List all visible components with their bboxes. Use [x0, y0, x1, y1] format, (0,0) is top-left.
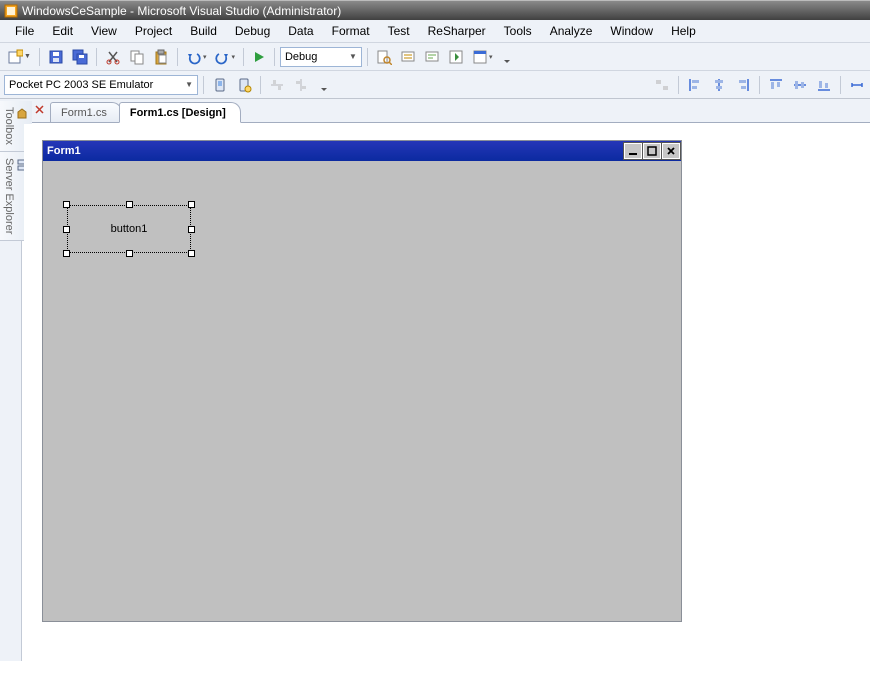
chevron-down-icon: ▼ — [349, 52, 357, 61]
solution-explorer-button[interactable] — [445, 46, 467, 68]
maximize-button[interactable] — [643, 143, 661, 159]
config-combo[interactable]: Debug ▼ — [280, 47, 362, 67]
form-client-area[interactable]: button1 — [43, 161, 681, 621]
app-icon — [4, 4, 18, 18]
selected-control[interactable]: button1 — [63, 201, 195, 257]
save-all-button[interactable] — [69, 46, 91, 68]
window-title: WindowsCeSample - Microsoft Visual Studi… — [22, 4, 341, 18]
toolbox-icon — [15, 107, 29, 121]
menubar: File Edit View Project Build Debug Data … — [0, 20, 870, 43]
find-in-files-button[interactable] — [373, 46, 395, 68]
form-titlebar: Form1 — [43, 141, 681, 161]
designer-form[interactable]: Form1 button1 — [42, 140, 682, 622]
target-device-value: Pocket PC 2003 SE Emulator — [9, 79, 153, 91]
tab-order-button[interactable] — [651, 74, 673, 96]
side-tab-strip: Toolbox Server Explorer — [0, 101, 22, 661]
menu-file[interactable]: File — [6, 20, 43, 42]
align-right-button[interactable] — [732, 74, 754, 96]
server-explorer-label: Server Explorer — [3, 158, 15, 234]
tab-form1-cs[interactable]: Form1.cs — [50, 102, 122, 122]
menu-debug[interactable]: Debug — [226, 20, 279, 42]
tab-label: Form1.cs [Design] — [130, 107, 226, 119]
resize-handle-w[interactable] — [63, 226, 70, 233]
resize-handle-n[interactable] — [126, 201, 133, 208]
properties-window-button[interactable]: ▾ — [469, 46, 496, 68]
target-device-combo[interactable]: Pocket PC 2003 SE Emulator ▼ — [4, 75, 198, 95]
redo-button[interactable]: ▾ — [211, 46, 238, 68]
copy-button[interactable] — [126, 46, 148, 68]
menu-build[interactable]: Build — [181, 20, 226, 42]
menu-resharper[interactable]: ReSharper — [419, 20, 495, 42]
align-top-button[interactable] — [765, 74, 787, 96]
form-title: Form1 — [47, 145, 81, 157]
config-combo-value: Debug — [285, 51, 317, 63]
layout-toolbar — [651, 71, 868, 99]
resize-handle-s[interactable] — [126, 250, 133, 257]
separator — [96, 48, 97, 66]
menu-window[interactable]: Window — [601, 20, 662, 42]
connect-device-button[interactable] — [209, 74, 231, 96]
standard-toolbar: ▼ ▾ ▾ Debug ▼ ▾ — [0, 43, 870, 71]
align-middle-button[interactable] — [789, 74, 811, 96]
resize-handle-sw[interactable] — [63, 250, 70, 257]
separator — [678, 76, 679, 94]
separator — [39, 48, 40, 66]
toolbox-label: Toolbox — [3, 107, 15, 145]
separator — [243, 48, 244, 66]
align-left-button[interactable] — [684, 74, 706, 96]
align-button-2[interactable] — [290, 74, 312, 96]
tab-form1-design[interactable]: Form1.cs [Design] — [119, 102, 241, 123]
toolbar-options-button-2[interactable] — [314, 74, 334, 96]
resize-handle-nw[interactable] — [63, 201, 70, 208]
device-options-button[interactable] — [233, 74, 255, 96]
device-toolbar: Pocket PC 2003 SE Emulator ▼ — [0, 71, 870, 99]
menu-data[interactable]: Data — [279, 20, 322, 42]
comment-button[interactable] — [397, 46, 419, 68]
uncomment-button[interactable] — [421, 46, 443, 68]
window-titlebar: WindowsCeSample - Microsoft Visual Studi… — [0, 0, 870, 20]
close-button[interactable] — [662, 143, 680, 159]
paste-button[interactable] — [150, 46, 172, 68]
new-project-button[interactable]: ▼ — [4, 46, 34, 68]
minimize-button[interactable] — [624, 143, 642, 159]
menu-help[interactable]: Help — [662, 20, 705, 42]
menu-analyze[interactable]: Analyze — [541, 20, 602, 42]
align-button-1[interactable] — [266, 74, 288, 96]
align-bottom-button[interactable] — [813, 74, 835, 96]
tab-label: Form1.cs — [61, 107, 107, 119]
start-debug-button[interactable] — [249, 46, 269, 68]
save-button[interactable] — [45, 46, 67, 68]
resize-handle-ne[interactable] — [188, 201, 195, 208]
cut-button[interactable] — [102, 46, 124, 68]
same-width-button[interactable] — [846, 74, 868, 96]
separator — [177, 48, 178, 66]
menu-format[interactable]: Format — [323, 20, 379, 42]
separator — [260, 76, 261, 94]
menu-view[interactable]: View — [82, 20, 126, 42]
designer-surface[interactable]: Form1 button1 — [24, 124, 870, 680]
button1[interactable]: button1 — [71, 209, 187, 249]
menu-test[interactable]: Test — [379, 20, 419, 42]
chevron-down-icon: ▼ — [185, 80, 193, 89]
align-center-button[interactable] — [708, 74, 730, 96]
toolbar-options-button[interactable] — [497, 46, 517, 68]
document-tabstrip: Form1.cs Form1.cs [Design] — [0, 99, 870, 123]
menu-tools[interactable]: Tools — [495, 20, 541, 42]
separator — [367, 48, 368, 66]
menu-project[interactable]: Project — [126, 20, 181, 42]
undo-button[interactable]: ▾ — [183, 46, 210, 68]
button1-text: button1 — [111, 223, 148, 235]
tab-well-icon[interactable] — [30, 100, 50, 120]
resize-handle-se[interactable] — [188, 250, 195, 257]
separator — [840, 76, 841, 94]
separator — [203, 76, 204, 94]
separator — [274, 48, 275, 66]
separator — [759, 76, 760, 94]
resize-handle-e[interactable] — [188, 226, 195, 233]
menu-edit[interactable]: Edit — [43, 20, 82, 42]
